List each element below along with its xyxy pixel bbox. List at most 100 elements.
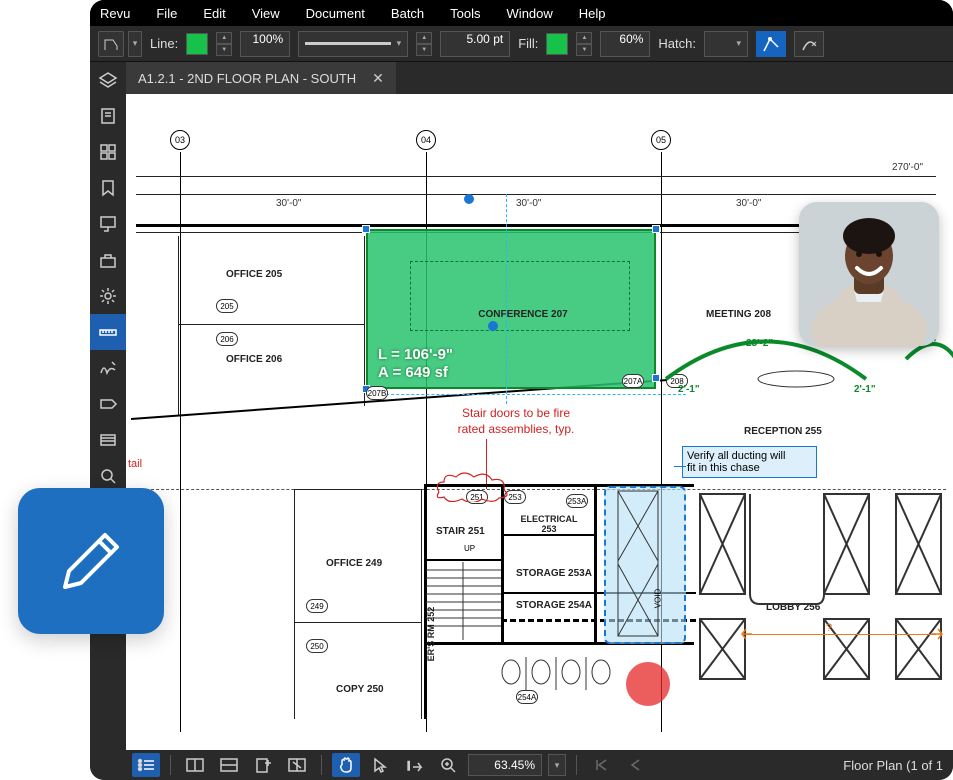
stair-treads [426,562,501,642]
zoom-dropdown[interactable]: ▾ [548,754,566,776]
bookmarks-icon[interactable] [90,170,126,206]
prev-page-icon[interactable] [621,753,649,777]
status-bar: I 63.45% ▾ Floor Plan (1 of 1 [126,750,953,780]
measurements-icon[interactable] [90,314,126,350]
tag-205: 205 [216,299,238,313]
document-tab[interactable]: A1.2.1 - 2ND FLOOR PLAN - SOUTH ✕ [126,62,396,94]
tags-icon[interactable] [90,386,126,422]
sel-center[interactable] [488,321,498,331]
shape-tool-button[interactable] [98,31,124,57]
line-opacity-input[interactable]: 100% [240,31,290,57]
tab-title: A1.2.1 - 2ND FLOOR PLAN - SOUTH [138,71,356,86]
note-leader [674,466,686,467]
tag-206: 206 [216,332,238,346]
snap-toggle[interactable] [756,31,786,57]
new-page-icon[interactable] [249,753,277,777]
pencil-icon [55,525,127,597]
dim-orange-q: ? [826,622,832,634]
select-tool-icon[interactable] [366,753,394,777]
menu-batch[interactable]: Batch [391,6,424,21]
menu-file[interactable]: File [156,6,177,21]
measure-length: L = 106'-9" [378,346,453,363]
arrow-left-icon [740,627,754,641]
settings-icon[interactable] [90,278,126,314]
sel-handle[interactable] [362,225,370,233]
text-select-icon[interactable]: I [400,753,428,777]
menu-help[interactable]: Help [579,6,606,21]
dim-line [136,194,936,195]
menu-edit[interactable]: Edit [203,6,225,21]
label-void: VOID [653,589,662,609]
line-weight-spinner[interactable]: ▲▼ [416,32,432,56]
dim-30b: 30'-0" [516,198,541,209]
line-style-dropdown[interactable]: ▾ [298,31,408,57]
tag-250: 250 [306,639,328,653]
first-page-icon[interactable] [587,753,615,777]
studio-icon[interactable] [90,422,126,458]
toolbox-icon[interactable] [90,242,126,278]
label-electrical-253: ELECTRICAL 253 [514,514,584,534]
line-color-swatch[interactable] [186,33,208,55]
note-ducting[interactable]: Verify all ducting will fit in this chas… [682,446,817,478]
revision-cloud[interactable] [434,472,514,502]
properties-toolbar: ▾ Line: ▲▼ 100% ▾ ▲▼ 5.00 pt Fill: ▲▼ 60… [90,26,953,62]
wall [294,489,295,719]
spaces-icon[interactable] [90,206,126,242]
wall [501,534,596,536]
zoom-tool-icon[interactable] [434,753,462,777]
zoom-input[interactable]: 63.45% [468,754,542,776]
pan-tool-icon[interactable] [332,753,360,777]
measure-area: A = 649 sf [378,364,448,381]
fill-color-swatch[interactable] [546,33,568,55]
layers-icon[interactable] [90,62,126,98]
label-office-205: OFFICE 205 [226,269,282,280]
line-opacity-spinner[interactable]: ▲▼ [216,32,232,56]
void-hatch [616,489,676,639]
note-stair-doors[interactable]: Stair doors to be fire rated assemblies,… [436,406,596,437]
wall [421,489,422,719]
tag-253a: 253A [566,494,588,508]
label-reception-255: RECEPTION 255 [744,426,822,437]
measurement-area-conference[interactable]: CONFERENCE 207 L = 106'-9" A = 649 sf [366,229,656,389]
curve-toggle[interactable] [794,31,824,57]
tab-close-icon[interactable]: ✕ [372,70,384,87]
tag-207b: 207B [366,386,388,400]
thumbnails-icon[interactable] [90,134,126,170]
split-vertical-icon[interactable] [181,753,209,777]
document-area: A1.2.1 - 2ND FLOOR PLAN - SOUTH ✕ 03 04 … [126,62,953,780]
sel-guide [366,394,686,395]
tab-bar: A1.2.1 - 2ND FLOOR PLAN - SOUTH ✕ [126,62,953,94]
fill-label: Fill: [518,36,538,51]
edit-badge [18,488,164,634]
arrow-right-icon [930,627,944,641]
sel-handle[interactable] [652,225,660,233]
fill-opacity-spinner[interactable]: ▲▼ [576,32,592,56]
hatch-dropdown[interactable]: ▾ [704,31,748,57]
dim-orange-line[interactable] [746,634,936,635]
hatch-label: Hatch: [658,36,696,51]
line-weight-input[interactable]: 5.00 pt [440,31,510,57]
app-window: Revu File Edit View Document Batch Tools… [90,0,953,780]
line-label: Line: [150,36,178,51]
grid-line [661,152,662,732]
menu-window[interactable]: Window [507,6,553,21]
reception-desk [756,369,836,389]
menu-view[interactable]: View [252,6,280,21]
form-icon[interactable] [90,98,126,134]
menu-revu[interactable]: Revu [100,6,130,21]
markups-list-icon[interactable] [132,753,160,777]
main-area: A1.2.1 - 2ND FLOOR PLAN - SOUTH ✕ 03 04 … [90,62,953,780]
unsplit-icon[interactable] [283,753,311,777]
fill-opacity-input[interactable]: 60% [600,31,650,57]
drawing-canvas[interactable]: 03 04 05 270'-0" 30'-0" 30'-0" 30'-0" [126,94,953,750]
label-office-249: OFFICE 249 [326,558,382,569]
dim-30a: 30'-0" [276,198,301,209]
split-horizontal-icon[interactable] [215,753,243,777]
label-stair-251: STAIR 251 [436,526,485,537]
shape-tool-dropdown[interactable]: ▾ [128,31,142,57]
sel-midpoint[interactable] [464,194,474,204]
menu-tools[interactable]: Tools [450,6,480,21]
menu-document[interactable]: Document [306,6,365,21]
label-office-206: OFFICE 206 [226,354,282,365]
signatures-icon[interactable] [90,350,126,386]
